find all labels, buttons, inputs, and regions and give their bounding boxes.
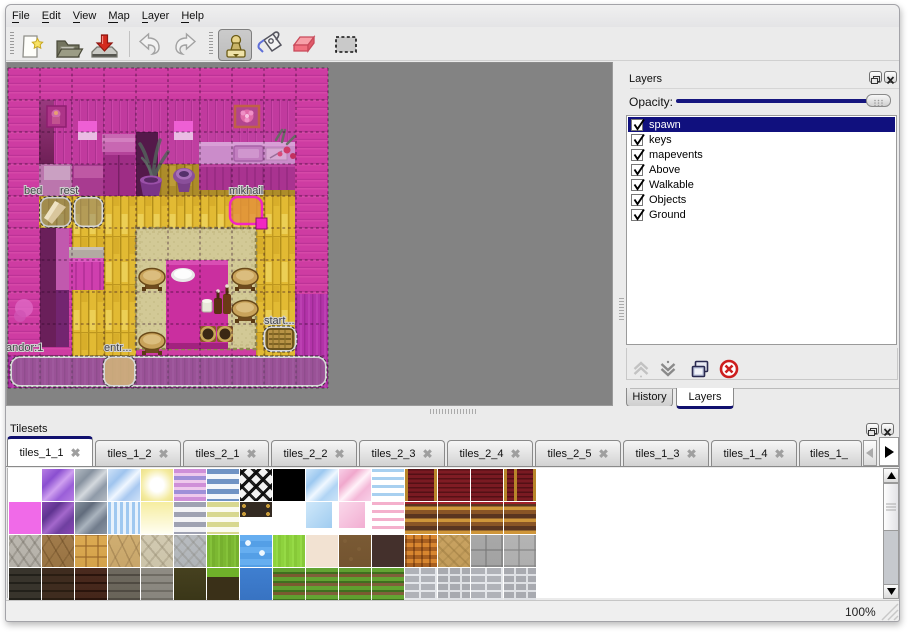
- svg-text:entr...: entr...: [104, 342, 132, 354]
- svg-text:bed: bed: [24, 185, 42, 197]
- svg-text:start...: start...: [264, 315, 295, 327]
- svg-text:rest: rest: [60, 185, 78, 197]
- svg-text:mikhail: mikhail: [229, 185, 263, 197]
- svg-text:andor:1: andor:1: [7, 342, 43, 354]
